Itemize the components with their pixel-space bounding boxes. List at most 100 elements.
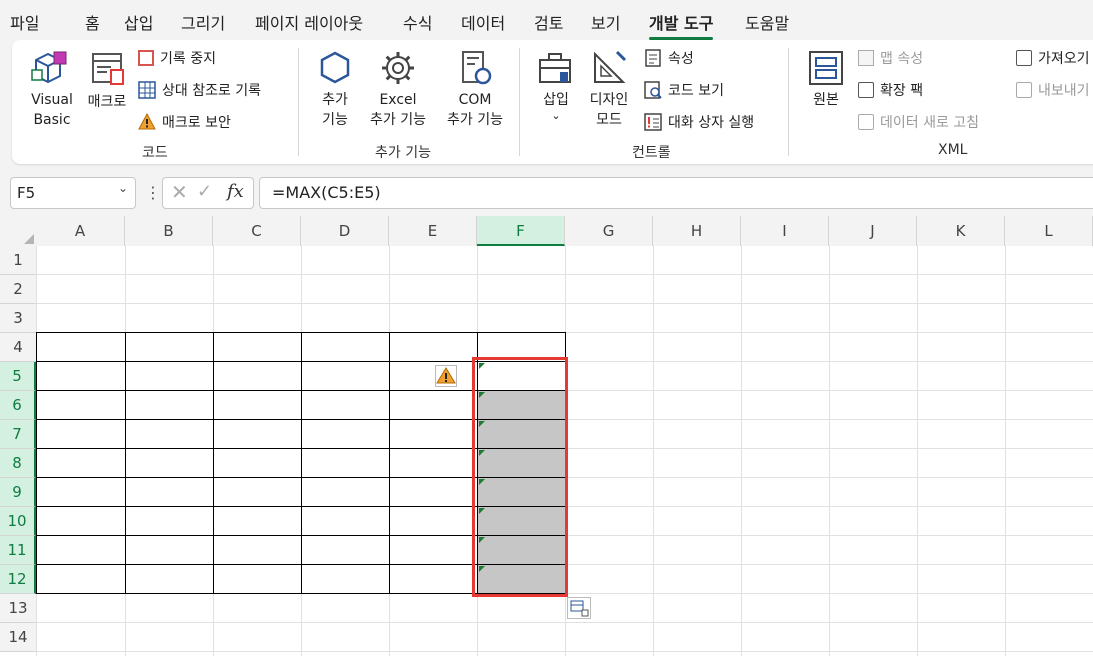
table-cell[interactable]	[389, 478, 477, 507]
table-cell[interactable]	[36, 536, 125, 565]
table-cell[interactable]	[125, 478, 213, 507]
row-header-3[interactable]: 3	[0, 304, 36, 333]
expansion-packs-button[interactable]: 확장 팩	[858, 80, 923, 100]
sheet-title[interactable]	[125, 275, 375, 304]
column-header-g[interactable]: G	[565, 216, 653, 246]
menu-tab[interactable]: 개발 도구	[649, 10, 714, 40]
table-cell[interactable]	[213, 478, 301, 507]
xml-source-button[interactable]: 원본	[804, 48, 848, 110]
row-header-1[interactable]: 1	[0, 246, 36, 275]
table-cell[interactable]	[213, 391, 301, 420]
table-cell[interactable]	[213, 565, 301, 594]
visual-basic-button[interactable]: Visual Basic	[26, 48, 78, 130]
table-cell[interactable]	[389, 536, 477, 565]
menu-tab[interactable]: 페이지 레이아웃	[255, 10, 363, 34]
row-header-2[interactable]: 2	[0, 275, 36, 304]
table-header-cell[interactable]	[213, 333, 301, 362]
table-header-cell[interactable]	[36, 333, 125, 362]
table-cell[interactable]	[301, 449, 389, 478]
chevron-down-icon[interactable]: ⌄	[118, 181, 128, 195]
table-cell[interactable]	[389, 391, 477, 420]
table-cell[interactable]	[125, 507, 213, 536]
row-header-4[interactable]: 4	[0, 333, 36, 362]
menu-tab[interactable]: 보기	[591, 10, 620, 34]
map-properties-button[interactable]: 맵 속성	[858, 48, 923, 68]
table-cell[interactable]	[36, 449, 125, 478]
row-header-9[interactable]: 9	[0, 478, 36, 507]
table-cell[interactable]	[301, 536, 389, 565]
com-addins-button[interactable]: COM 추가 기능	[440, 48, 510, 130]
column-header-f[interactable]: F	[477, 216, 565, 246]
xml-import-button[interactable]: 가져오기	[1016, 48, 1090, 68]
xml-export-button[interactable]: 내보내기	[1016, 80, 1090, 100]
table-cell[interactable]	[213, 507, 301, 536]
menu-tab[interactable]: 파일	[10, 10, 39, 34]
table-cell[interactable]	[125, 420, 213, 449]
table-cell[interactable]	[301, 391, 389, 420]
macro-security-button[interactable]: 매크로 보안	[138, 112, 231, 132]
table-cell[interactable]	[36, 565, 125, 594]
column-header-d[interactable]: D	[301, 216, 389, 246]
table-cell[interactable]	[213, 362, 301, 391]
table-cell[interactable]	[125, 449, 213, 478]
formula-input[interactable]: =MAX(C5:E5)	[259, 177, 1093, 209]
table-cell[interactable]	[389, 362, 477, 391]
cancel-icon[interactable]: ✕	[171, 180, 188, 204]
table-cell[interactable]	[301, 420, 389, 449]
column-header-e[interactable]: E	[389, 216, 477, 246]
table-cell[interactable]	[36, 478, 125, 507]
row-header-5[interactable]: 5	[0, 362, 36, 391]
insert-function-icon[interactable]: fx	[227, 181, 244, 202]
cell-a2[interactable]	[36, 275, 125, 304]
insert-control-button[interactable]: 삽입 ⌄	[534, 48, 578, 122]
row-header-10[interactable]: 10	[0, 507, 36, 536]
table-cell[interactable]	[36, 420, 125, 449]
vertical-dots-icon[interactable]: ⋮	[145, 183, 161, 202]
column-header-i[interactable]: I	[741, 216, 829, 246]
table-cell[interactable]	[301, 507, 389, 536]
table-header-cell[interactable]	[301, 333, 389, 362]
table-cell[interactable]	[125, 362, 213, 391]
table-cell[interactable]	[389, 420, 477, 449]
table-cell[interactable]	[36, 391, 125, 420]
table-cell[interactable]	[213, 536, 301, 565]
properties-button[interactable]: 속성	[644, 48, 694, 68]
table-cell[interactable]	[125, 565, 213, 594]
table-cell[interactable]	[36, 362, 125, 391]
table-cell[interactable]	[213, 449, 301, 478]
table-cell[interactable]	[301, 362, 389, 391]
menu-tab[interactable]: 그리기	[181, 10, 225, 34]
column-header-c[interactable]: C	[213, 216, 301, 246]
column-header-h[interactable]: H	[653, 216, 741, 246]
quick-analysis-icon[interactable]	[567, 597, 591, 619]
menu-tab[interactable]: 삽입	[124, 10, 153, 34]
menu-tab[interactable]: 도움말	[745, 10, 789, 34]
table-cell[interactable]	[125, 391, 213, 420]
view-code-button[interactable]: 코드 보기	[644, 80, 724, 100]
row-header-12[interactable]: 12	[0, 565, 36, 594]
table-cell[interactable]	[301, 565, 389, 594]
row-header-7[interactable]: 7	[0, 420, 36, 449]
table-cell[interactable]	[36, 507, 125, 536]
menu-tab[interactable]: 홈	[85, 10, 100, 34]
column-header-j[interactable]: J	[829, 216, 917, 246]
record-macro-stop-button[interactable]: 기록 중지	[138, 48, 216, 68]
addins-button[interactable]: 추가 기능	[312, 48, 358, 130]
table-header-cell[interactable]	[125, 333, 213, 362]
table-cell[interactable]	[301, 478, 389, 507]
column-header-a[interactable]: A	[36, 216, 125, 246]
run-dialog-button[interactable]: 대화 상자 실행	[644, 112, 754, 132]
refresh-data-button[interactable]: 데이터 새로 고침	[858, 112, 979, 132]
checkmark-icon[interactable]: ✓	[197, 181, 212, 202]
design-mode-button[interactable]: 디자인 모드	[584, 48, 634, 130]
table-header-cell[interactable]	[389, 333, 477, 362]
table-cell[interactable]	[125, 536, 213, 565]
row-header-8[interactable]: 8	[0, 449, 36, 478]
macro-button[interactable]: 매크로	[82, 48, 132, 112]
row-header-11[interactable]: 11	[0, 536, 36, 565]
table-cell[interactable]	[389, 565, 477, 594]
column-header-l[interactable]: L	[1005, 216, 1093, 246]
menu-tab[interactable]: 검토	[534, 10, 563, 34]
menu-tab[interactable]: 수식	[403, 10, 432, 34]
excel-addins-button[interactable]: Excel 추가 기능	[364, 48, 432, 130]
